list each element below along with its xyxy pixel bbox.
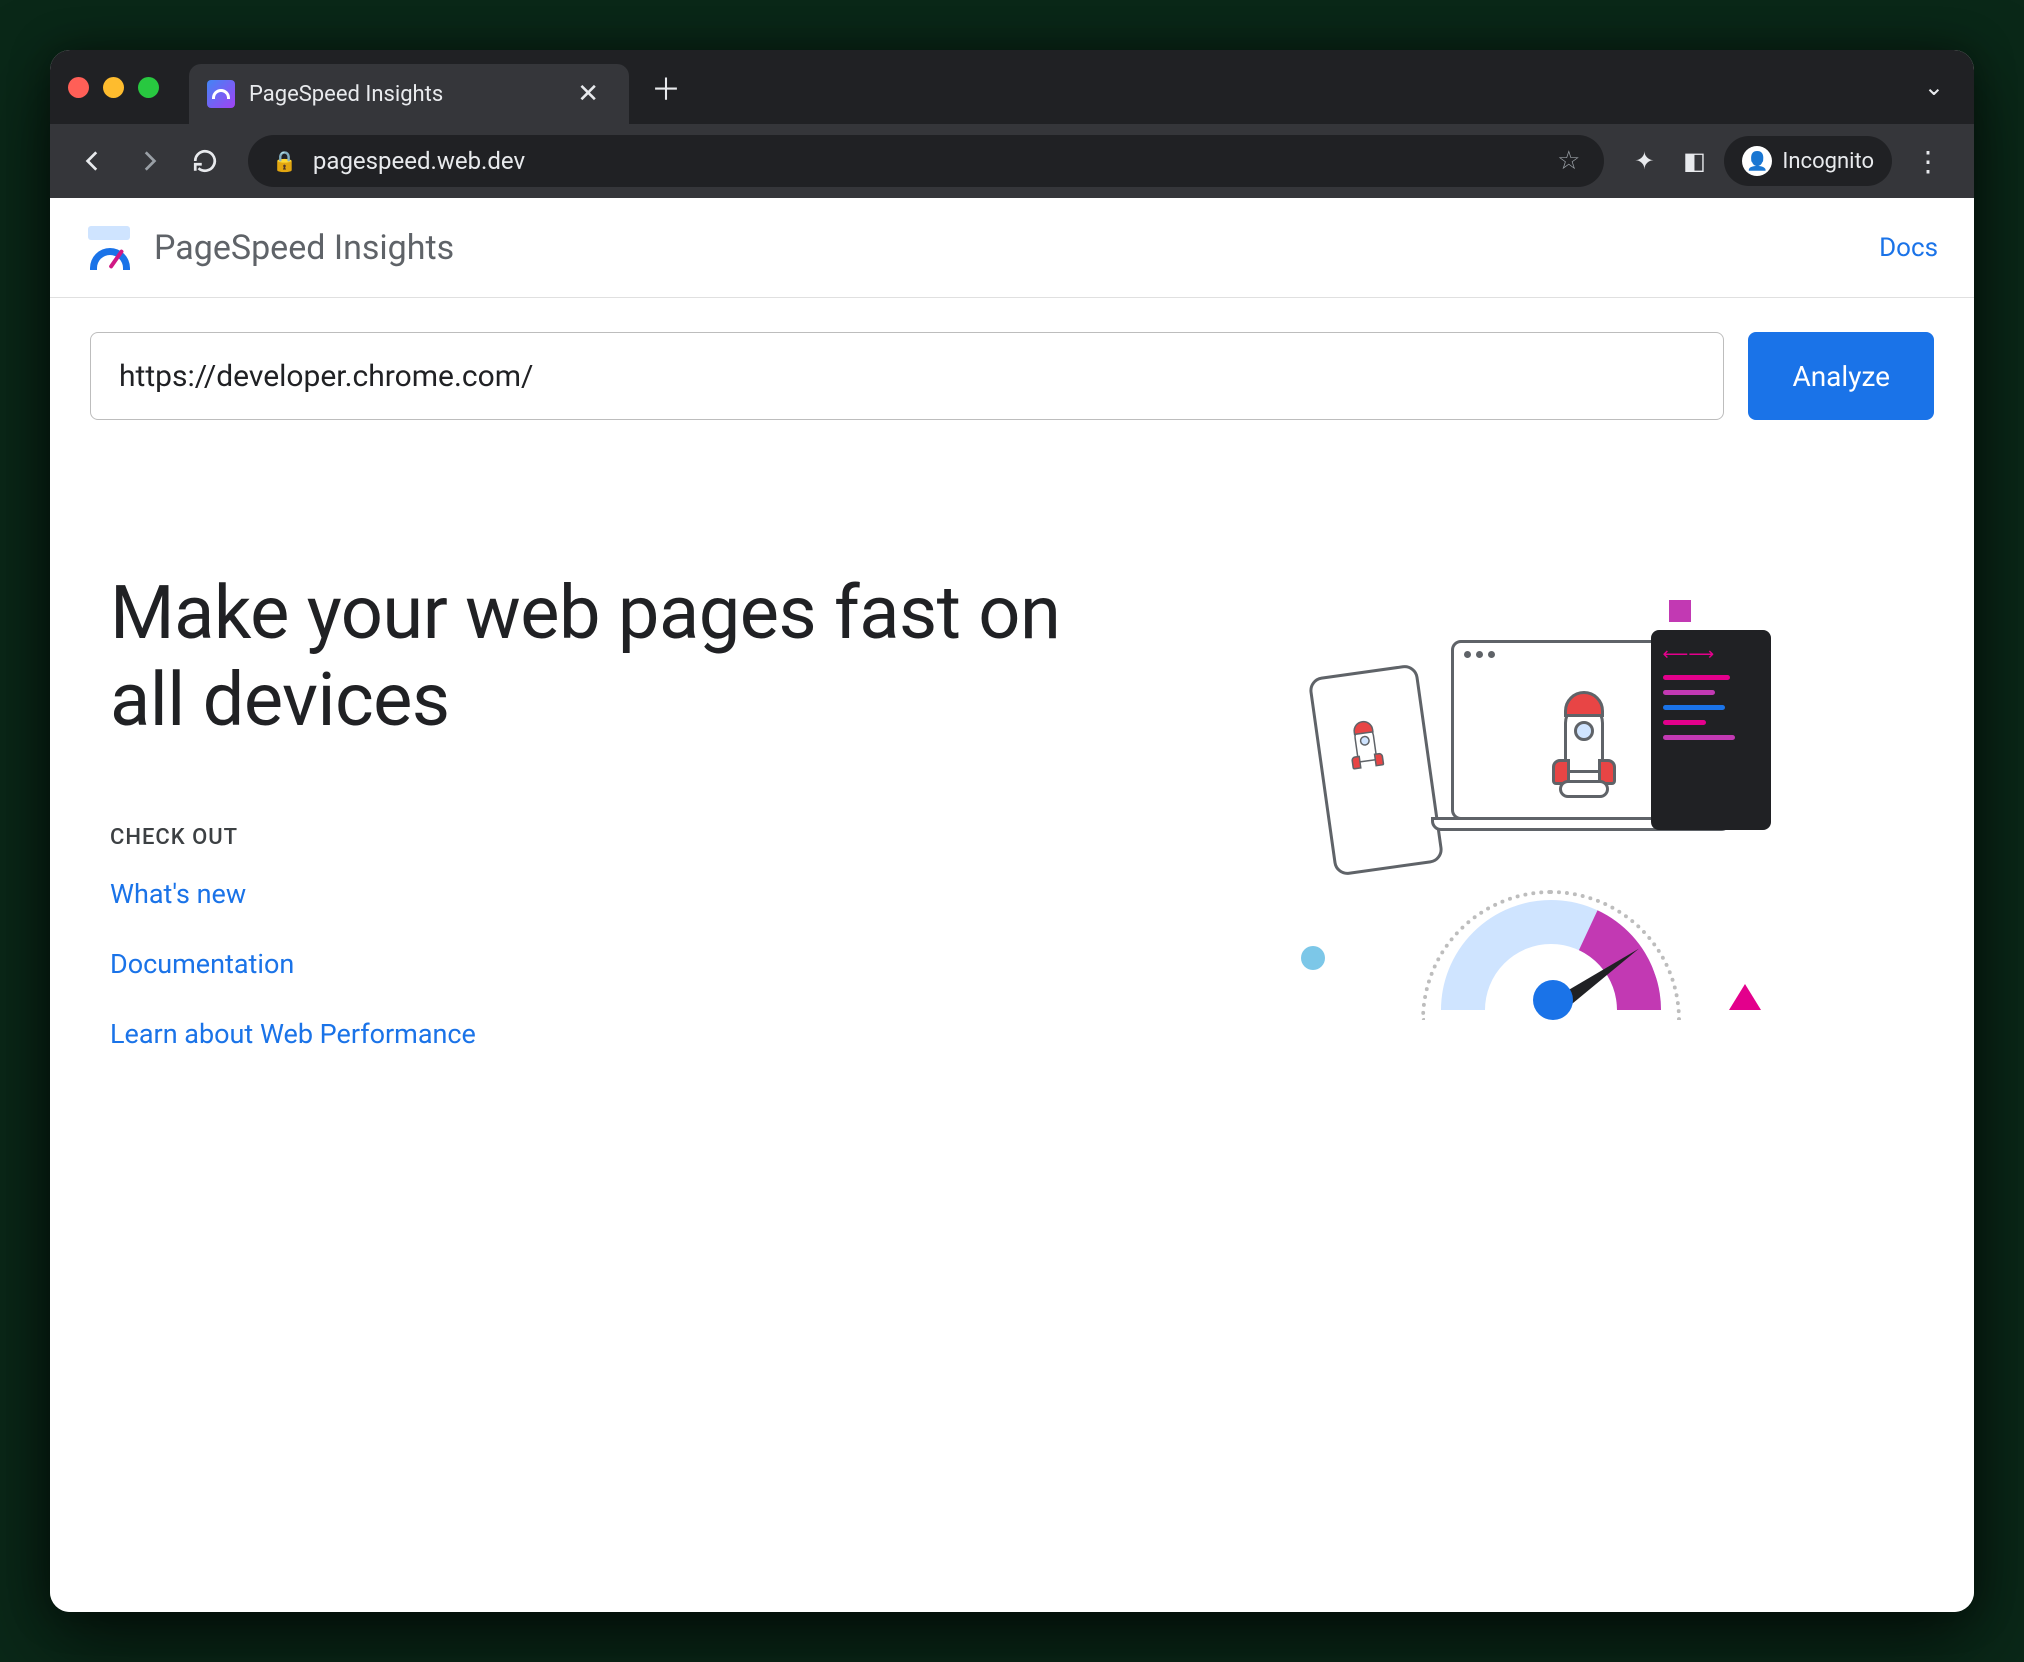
- browser-window: PageSpeed Insights ✕ ＋ ⌄ 🔒 pagespeed.web…: [50, 50, 1974, 1612]
- page-header: PageSpeed Insights Docs: [50, 198, 1974, 298]
- hero-headline: Make your web pages fast on all devices: [110, 570, 1107, 745]
- tabs-dropdown-button[interactable]: ⌄: [1924, 73, 1944, 101]
- rocket-icon: [1544, 693, 1624, 803]
- forward-button[interactable]: [126, 138, 172, 184]
- circle-accent-icon: [1301, 946, 1325, 970]
- docs-link[interactable]: Docs: [1879, 233, 1938, 263]
- tab-favicon: [207, 80, 235, 108]
- maximize-window-button[interactable]: [138, 77, 159, 98]
- triangle-accent-icon: [1729, 984, 1761, 1010]
- tab-title: PageSpeed Insights: [249, 82, 557, 107]
- url-input-container: [90, 332, 1724, 420]
- link-documentation[interactable]: Documentation: [110, 948, 1107, 980]
- extensions-button[interactable]: ✦: [1624, 147, 1664, 175]
- titlebar: PageSpeed Insights ✕ ＋ ⌄: [50, 50, 1974, 124]
- minimize-window-button[interactable]: [103, 77, 124, 98]
- pagespeed-logo-icon: [86, 224, 134, 272]
- link-web-performance[interactable]: Learn about Web Performance: [110, 1018, 1107, 1050]
- address-bar[interactable]: 🔒 pagespeed.web.dev ☆: [248, 135, 1604, 187]
- panel-button[interactable]: ◧: [1674, 147, 1714, 175]
- page-content: PageSpeed Insights Docs Analyze Make you…: [50, 198, 1974, 1612]
- new-tab-button[interactable]: ＋: [651, 65, 681, 109]
- url-input[interactable]: [119, 359, 1695, 394]
- url-text: pagespeed.web.dev: [313, 147, 1541, 175]
- hero-links: What's new Documentation Learn about Web…: [110, 878, 1107, 1050]
- browser-menu-button[interactable]: ⋮: [1902, 145, 1954, 178]
- close-window-button[interactable]: [68, 77, 89, 98]
- incognito-icon: 👤: [1742, 146, 1772, 176]
- close-tab-button[interactable]: ✕: [571, 79, 605, 109]
- browser-toolbar: 🔒 pagespeed.web.dev ☆ ✦ ◧ 👤 Incognito ⋮: [50, 124, 1974, 198]
- incognito-indicator[interactable]: 👤 Incognito: [1724, 136, 1892, 186]
- square-accent-icon: [1669, 600, 1691, 622]
- link-whats-new[interactable]: What's new: [110, 878, 1107, 910]
- analyze-form: Analyze: [50, 298, 1974, 420]
- phone-illustration: [1307, 663, 1444, 876]
- lock-icon: 🔒: [272, 149, 297, 173]
- window-controls: [68, 77, 159, 98]
- gauge-illustration: [1421, 870, 1681, 1020]
- checkout-label: CHECK OUT: [110, 825, 1107, 850]
- code-panel-illustration: ⟵⟶: [1651, 630, 1771, 830]
- reload-button[interactable]: [182, 138, 228, 184]
- browser-tab[interactable]: PageSpeed Insights ✕: [189, 64, 629, 124]
- analyze-button[interactable]: Analyze: [1748, 332, 1934, 420]
- incognito-label: Incognito: [1782, 149, 1874, 174]
- back-button[interactable]: [70, 138, 116, 184]
- product-title: PageSpeed Insights: [154, 228, 454, 268]
- hero-section: Make your web pages fast on all devices …: [50, 420, 1974, 1050]
- bookmark-button[interactable]: ☆: [1557, 146, 1580, 176]
- hero-illustration: ⟵⟶: [1291, 600, 1771, 1020]
